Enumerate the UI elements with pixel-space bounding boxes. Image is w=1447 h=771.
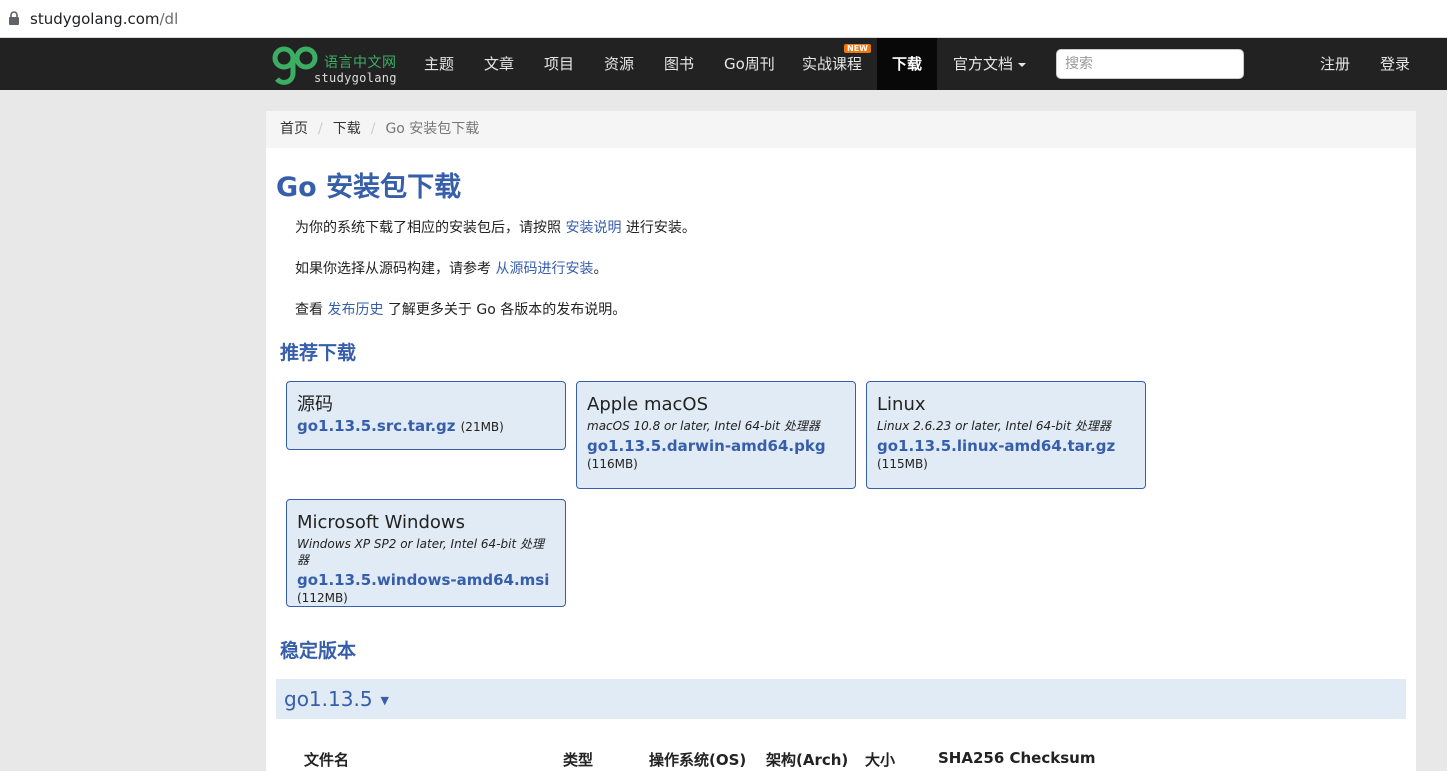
triangle-down-icon: ▼ (380, 694, 390, 707)
page-title: Go 安装包下载 (276, 172, 462, 203)
card-os: Linux (877, 394, 926, 415)
nav-official-docs[interactable]: 官方文档 (953, 38, 1027, 90)
card-desc: Linux 2.6.23 or later, Intel 64-bit 处理器 (877, 419, 1111, 433)
breadcrumb-sep: / (318, 121, 323, 137)
nav-official-docs-label: 官方文档 (953, 55, 1014, 73)
featured-heading: 推荐下载 (280, 342, 357, 364)
col-header-filename: 文件名 (304, 751, 350, 769)
version-label: go1.13.5 ▼ (284, 687, 390, 711)
breadcrumb-home[interactable]: 首页 (280, 121, 308, 137)
download-card-windows[interactable]: Microsoft Windows Windows XP SP2 or late… (286, 499, 566, 607)
install-guide-link[interactable]: 安装说明 (565, 220, 621, 236)
nav-topics[interactable]: 主题 (424, 38, 454, 90)
card-os: 源码 (297, 394, 333, 415)
version-toggle[interactable]: go1.13.5 ▼ (276, 679, 1406, 719)
lock-icon (9, 11, 19, 25)
nav-login[interactable]: 登录 (1380, 38, 1410, 90)
go-logo-icon (272, 46, 318, 85)
card-size: (112MB) (297, 591, 348, 605)
col-header-arch: 架构(Arch) (766, 751, 849, 769)
nav-go-weekly[interactable]: Go周刊 (724, 38, 775, 90)
release-history-link[interactable]: 发布历史 (327, 302, 383, 318)
card-file-link[interactable]: go1.13.5.darwin-amd64.pkg (587, 436, 845, 456)
url-text[interactable]: studygolang.com/dl (30, 10, 178, 28)
nav-resources[interactable]: 资源 (604, 38, 634, 90)
logo-en-text: studygolang (314, 71, 397, 85)
col-header-os: 操作系统(OS) (649, 751, 747, 769)
nav-articles[interactable]: 文章 (484, 38, 514, 90)
download-card-source[interactable]: 源码 go1.13.5.src.tar.gz (21MB) (286, 381, 566, 450)
address-bar[interactable]: studygolang.com/dl (0, 0, 1447, 38)
card-file-link[interactable]: go1.13.5.windows-amd64.msi (297, 570, 555, 590)
card-size: (21MB) (460, 420, 504, 434)
card-os: Apple macOS (587, 394, 709, 415)
col-header-size: 大小 (865, 751, 896, 769)
card-desc: Windows XP SP2 or later, Intel 64-bit 处理… (297, 537, 544, 567)
new-badge: NEW (844, 44, 871, 53)
col-header-type: 类型 (563, 751, 594, 769)
intro-history: 查看 发布历史 了解更多关于 Go 各版本的发布说明。 (295, 302, 627, 318)
install-source-link[interactable]: 从源码进行安装 (495, 261, 593, 277)
stable-heading: 稳定版本 (280, 640, 357, 662)
intro-source: 如果你选择从源码构建，请参考 从源码进行安装。 (295, 261, 608, 277)
breadcrumb-download[interactable]: 下载 (333, 121, 361, 137)
nav-download[interactable]: 下载 (877, 38, 938, 90)
card-desc: macOS 10.8 or later, Intel 64-bit 处理器 (587, 419, 820, 433)
intro-install: 为你的系统下载了相应的安装包后，请按照 安装说明 进行安装。 (295, 220, 696, 236)
col-header-checksum: SHA256 Checksum (938, 749, 1096, 767)
site-logo[interactable]: 语言中文网 studygolang (272, 42, 402, 86)
main-panel: 首页 / 下载 / Go 安装包下载 Go 安装包下载 为你的系统下载了相应的安装包后，… (266, 111, 1416, 771)
nav-books[interactable]: 图书 (664, 38, 694, 90)
download-card-linux[interactable]: Linux Linux 2.6.23 or later, Intel 64-bi… (866, 381, 1146, 489)
breadcrumb-sep: / (370, 121, 376, 137)
logo-cn-text: 语言中文网 (324, 55, 397, 71)
top-navbar: 语言中文网 studygolang 主题 文章 项目 资源 图书 Go周刊 实战… (0, 38, 1447, 90)
card-file-link[interactable]: go1.13.5.linux-amd64.tar.gz (877, 436, 1135, 456)
card-size: (115MB) (877, 457, 928, 471)
breadcrumb: 首页 / 下载 / Go 安装包下载 (266, 111, 1416, 148)
download-card-macos[interactable]: Apple macOS macOS 10.8 or later, Intel 6… (576, 381, 856, 489)
card-size: (116MB) (587, 457, 638, 471)
card-file-link[interactable]: go1.13.5.src.tar.gz (297, 417, 456, 435)
breadcrumb-current: Go 安装包下载 (385, 121, 480, 137)
nav-register[interactable]: 注册 (1320, 38, 1350, 90)
caret-down-icon (1018, 62, 1027, 67)
nav-projects[interactable]: 项目 (544, 38, 574, 90)
card-os: Microsoft Windows (297, 512, 465, 533)
search-input[interactable] (1056, 49, 1244, 79)
